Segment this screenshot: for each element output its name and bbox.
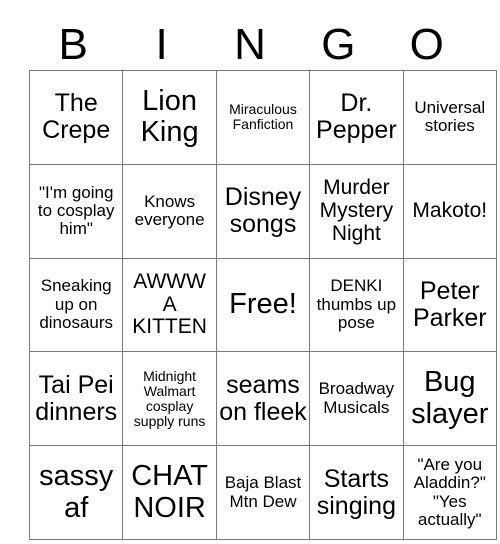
bingo-cell[interactable]: Broadway Musicals — [309, 351, 404, 447]
bingo-cell-text: Broadway Musicals — [318, 379, 395, 417]
bingo-cell[interactable]: Midnight Walmart cosplay supply runs — [122, 351, 217, 447]
bingo-cell-text: Starts singing — [316, 464, 396, 520]
bingo-row: Sneaking up on dinosaurs AWWW A KITTEN F… — [28, 257, 497, 353]
bingo-row: Tai Pei dinners Midnight Walmart cosplay… — [28, 351, 497, 447]
bingo-cell[interactable]: AWWW A KITTEN — [122, 257, 217, 353]
bingo-cell[interactable]: Lion King — [122, 70, 217, 165]
bingo-cell[interactable]: Tai Pei dinners — [28, 351, 124, 447]
bingo-cell-text: "I'm going to cosplay him" — [37, 182, 115, 239]
bingo-cell-text: Sneaking up on dinosaurs — [39, 276, 114, 333]
bingo-cell-text: Makoto! — [412, 198, 488, 222]
bingo-cell-text: CHAT NOIR — [131, 460, 208, 524]
bingo-cell-text: Dr. Pepper — [316, 89, 397, 145]
bingo-cell-text: Lion King — [140, 85, 199, 149]
bingo-header-row: B I N G O — [29, 8, 471, 70]
bingo-cell-text: sassy af — [39, 460, 114, 524]
bingo-cell[interactable]: seams on fleek — [215, 351, 311, 447]
bingo-cell[interactable]: Miraculous Fanfiction — [215, 70, 311, 165]
bingo-header-letter-i: I — [155, 20, 168, 69]
bingo-cell-text: Disney songs — [224, 183, 302, 239]
bingo-cell[interactable]: Universal stories — [402, 70, 497, 165]
bingo-free-space-text: Free! — [229, 288, 297, 321]
bingo-cell[interactable]: The Crepe — [28, 70, 124, 165]
bingo-cell[interactable]: Disney songs — [215, 163, 311, 259]
bingo-header-letter-g: G — [321, 20, 356, 69]
bingo-cell[interactable]: Starts singing — [309, 445, 404, 540]
bingo-row: The Crepe Lion King Miraculous Fanfictio… — [28, 70, 497, 165]
bingo-cell-text: Knows everyone — [134, 191, 205, 230]
bingo-cell-text: Murder Mystery Night — [319, 176, 394, 245]
bingo-cell[interactable]: sassy af — [28, 445, 124, 540]
bingo-cell-text: DENKI thumbs up pose — [316, 276, 397, 333]
bingo-grid: The Crepe Lion King Miraculous Fanfictio… — [28, 70, 497, 540]
bingo-cell-text: The Crepe — [42, 89, 111, 145]
bingo-header-letter-b: B — [58, 20, 88, 69]
bingo-cell[interactable]: Murder Mystery Night — [309, 163, 404, 259]
bingo-cell[interactable]: Peter Parker — [402, 257, 497, 353]
bingo-cell-text: AWWW A KITTEN — [132, 269, 207, 339]
bingo-cell-text: Midnight Walmart cosplay supply runs — [133, 367, 206, 429]
bingo-cell[interactable]: "I'm going to cosplay him" — [28, 163, 124, 259]
bingo-cell-text: Peter Parker — [412, 276, 487, 332]
bingo-row: sassy af CHAT NOIR Baja Blast Mtn Dew St… — [28, 445, 497, 540]
bingo-card: B I N G O The Crepe Lion King Miraculous… — [28, 8, 497, 540]
bingo-cell-text: seams on fleek — [219, 370, 307, 426]
bingo-row: "I'm going to cosplay him" Knows everyon… — [28, 163, 497, 259]
bingo-cell-text: Baja Blast Mtn Dew — [224, 473, 302, 511]
bingo-cell-text: Miraculous Fanfiction — [229, 101, 297, 133]
bingo-cell[interactable]: Knows everyone — [122, 163, 217, 259]
bingo-header-letter-o: O — [409, 20, 444, 69]
bingo-cell[interactable]: CHAT NOIR — [122, 445, 217, 540]
bingo-cell-text: Bug slayer — [411, 366, 489, 430]
bingo-cell[interactable]: Dr. Pepper — [309, 70, 404, 165]
bingo-cell-text: "Are you Aladdin?" "Yes actually" — [413, 454, 486, 529]
bingo-cell[interactable]: Makoto! — [402, 163, 497, 259]
bingo-cell-free[interactable]: Free! — [215, 257, 311, 353]
bingo-cell[interactable]: Baja Blast Mtn Dew — [215, 445, 311, 540]
bingo-cell[interactable]: Bug slayer — [402, 351, 497, 447]
bingo-cell[interactable]: Sneaking up on dinosaurs — [28, 257, 124, 353]
bingo-cell-text: Tai Pei dinners — [35, 370, 118, 426]
bingo-cell[interactable]: "Are you Aladdin?" "Yes actually" — [402, 445, 497, 540]
bingo-header-letter-n: N — [234, 20, 266, 69]
bingo-cell-text: Universal stories — [414, 98, 486, 136]
bingo-cell[interactable]: DENKI thumbs up pose — [309, 257, 404, 353]
